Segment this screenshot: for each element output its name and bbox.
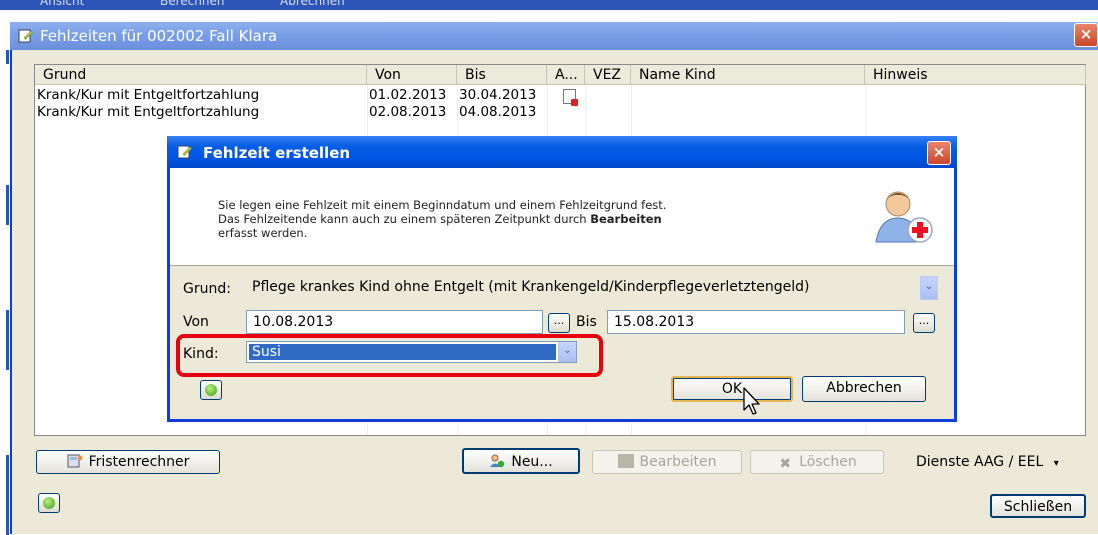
column-header-name-kind[interactable]: Name Kind (631, 65, 865, 85)
column-header-attachment[interactable]: A... (547, 65, 585, 85)
grund-value: Pflege krankes Kind ohne Entgelt (mit Kr… (252, 279, 810, 295)
menu-abrechnen[interactable]: Abrechnen (280, 0, 345, 8)
cell-von: 02.08.2013 (369, 104, 447, 120)
help-button[interactable] (38, 493, 60, 513)
bearbeiten-label: Bearbeiten (639, 454, 717, 470)
document-icon[interactable] (563, 89, 578, 106)
dialog-title: Fehlzeit erstellen (203, 144, 351, 162)
dienste-label: Dienste AAG / EEL (916, 454, 1044, 470)
column-header-hinweis[interactable]: Hinweis (865, 65, 1086, 85)
edit-document-icon (177, 145, 192, 159)
bis-label: Bis (576, 314, 597, 330)
background-menubar: Ansicht Berechnen Abrechnen (0, 0, 1098, 10)
menu-ansicht[interactable]: Ansicht (40, 0, 84, 8)
column-header-bis[interactable]: Bis (457, 65, 547, 85)
cell-grund: Krank/Kur mit Entgeltfortzahlung (37, 104, 260, 120)
new-label: Neu... (511, 454, 553, 470)
abbrechen-button[interactable]: Abbrechen (802, 376, 926, 402)
chevron-down-icon[interactable]: ⌄ (920, 276, 938, 300)
fristenrechner-label: Fristenrechner (88, 454, 190, 470)
cell-bis: 30.04.2013 (459, 87, 537, 103)
edge-mark (6, 455, 9, 535)
bearbeiten-button[interactable]: Bearbeiten (592, 450, 742, 474)
info-text-bold: Bearbeiten (590, 212, 662, 226)
edge-mark (6, 310, 9, 370)
chevron-down-icon: ▾ (1053, 458, 1059, 469)
loeschen-button[interactable]: ✖ Löschen (750, 450, 884, 474)
edit-document-icon (18, 29, 33, 43)
kind-highlight-annotation (176, 334, 603, 377)
edge-mark (6, 185, 9, 225)
cell-bis: 04.08.2013 (459, 104, 537, 120)
loeschen-label: Löschen (799, 454, 857, 470)
mouse-cursor-icon (743, 387, 760, 415)
close-icon[interactable]: × (927, 141, 951, 165)
fehlzeiten-window-titlebar[interactable]: Fehlzeiten für 002002 Fall Klara × (10, 22, 1098, 50)
window-title: Fehlzeiten für 002002 Fall Klara (40, 27, 278, 45)
grund-label: Grund: (183, 281, 231, 297)
von-date-input[interactable]: 10.08.2013 (246, 310, 543, 334)
help-icon (205, 384, 217, 396)
column-header-von[interactable]: Von (367, 65, 457, 85)
cell-von: 01.02.2013 (369, 87, 447, 103)
ok-button[interactable]: OK (671, 376, 793, 402)
add-person-icon (490, 454, 505, 468)
von-label: Von (183, 314, 209, 330)
von-date-picker-button[interactable]: ... (548, 313, 570, 333)
menu-berechnen[interactable]: Berechnen (160, 0, 224, 8)
cell-grund: Krank/Kur mit Entgeltfortzahlung (37, 87, 260, 103)
help-button[interactable] (200, 380, 222, 400)
info-text: Das Fehlzeitende kann auch zu einem spät… (218, 212, 591, 226)
column-header-vez[interactable]: VEZ (585, 65, 631, 85)
new-button[interactable]: Neu... (462, 448, 580, 474)
calculator-icon (67, 454, 83, 468)
edge-mark (6, 50, 9, 64)
fristenrechner-button[interactable]: Fristenrechner (36, 450, 220, 474)
bis-date-input[interactable]: 15.08.2013 (607, 310, 905, 334)
dialog-titlebar[interactable]: Fehlzeit erstellen × (167, 136, 957, 168)
dienste-menu[interactable]: Dienste AAG / EEL ▾ (916, 454, 1059, 470)
schliessen-button[interactable]: Schließen (990, 494, 1086, 518)
background-left-edge (0, 10, 10, 535)
delete-icon: ✖ (779, 456, 792, 472)
info-text-line: Sie legen eine Fehlzeit mit einem Beginn… (218, 198, 667, 212)
column-header-grund[interactable]: Grund (35, 65, 367, 85)
close-icon[interactable]: × (1074, 23, 1098, 47)
person-add-icon (875, 191, 933, 243)
bis-date-picker-button[interactable]: ... (913, 313, 935, 333)
edit-icon (617, 454, 634, 468)
dialog-info-panel: Sie legen eine Fehlzeit mit einem Beginn… (170, 168, 954, 266)
help-icon (43, 497, 55, 509)
info-text-line: Das Fehlzeitende kann auch zu einem spät… (218, 212, 662, 226)
info-text-line: erfasst werden. (218, 226, 308, 240)
grund-select[interactable]: Pflege krankes Kind ohne Entgelt (mit Kr… (246, 276, 938, 300)
